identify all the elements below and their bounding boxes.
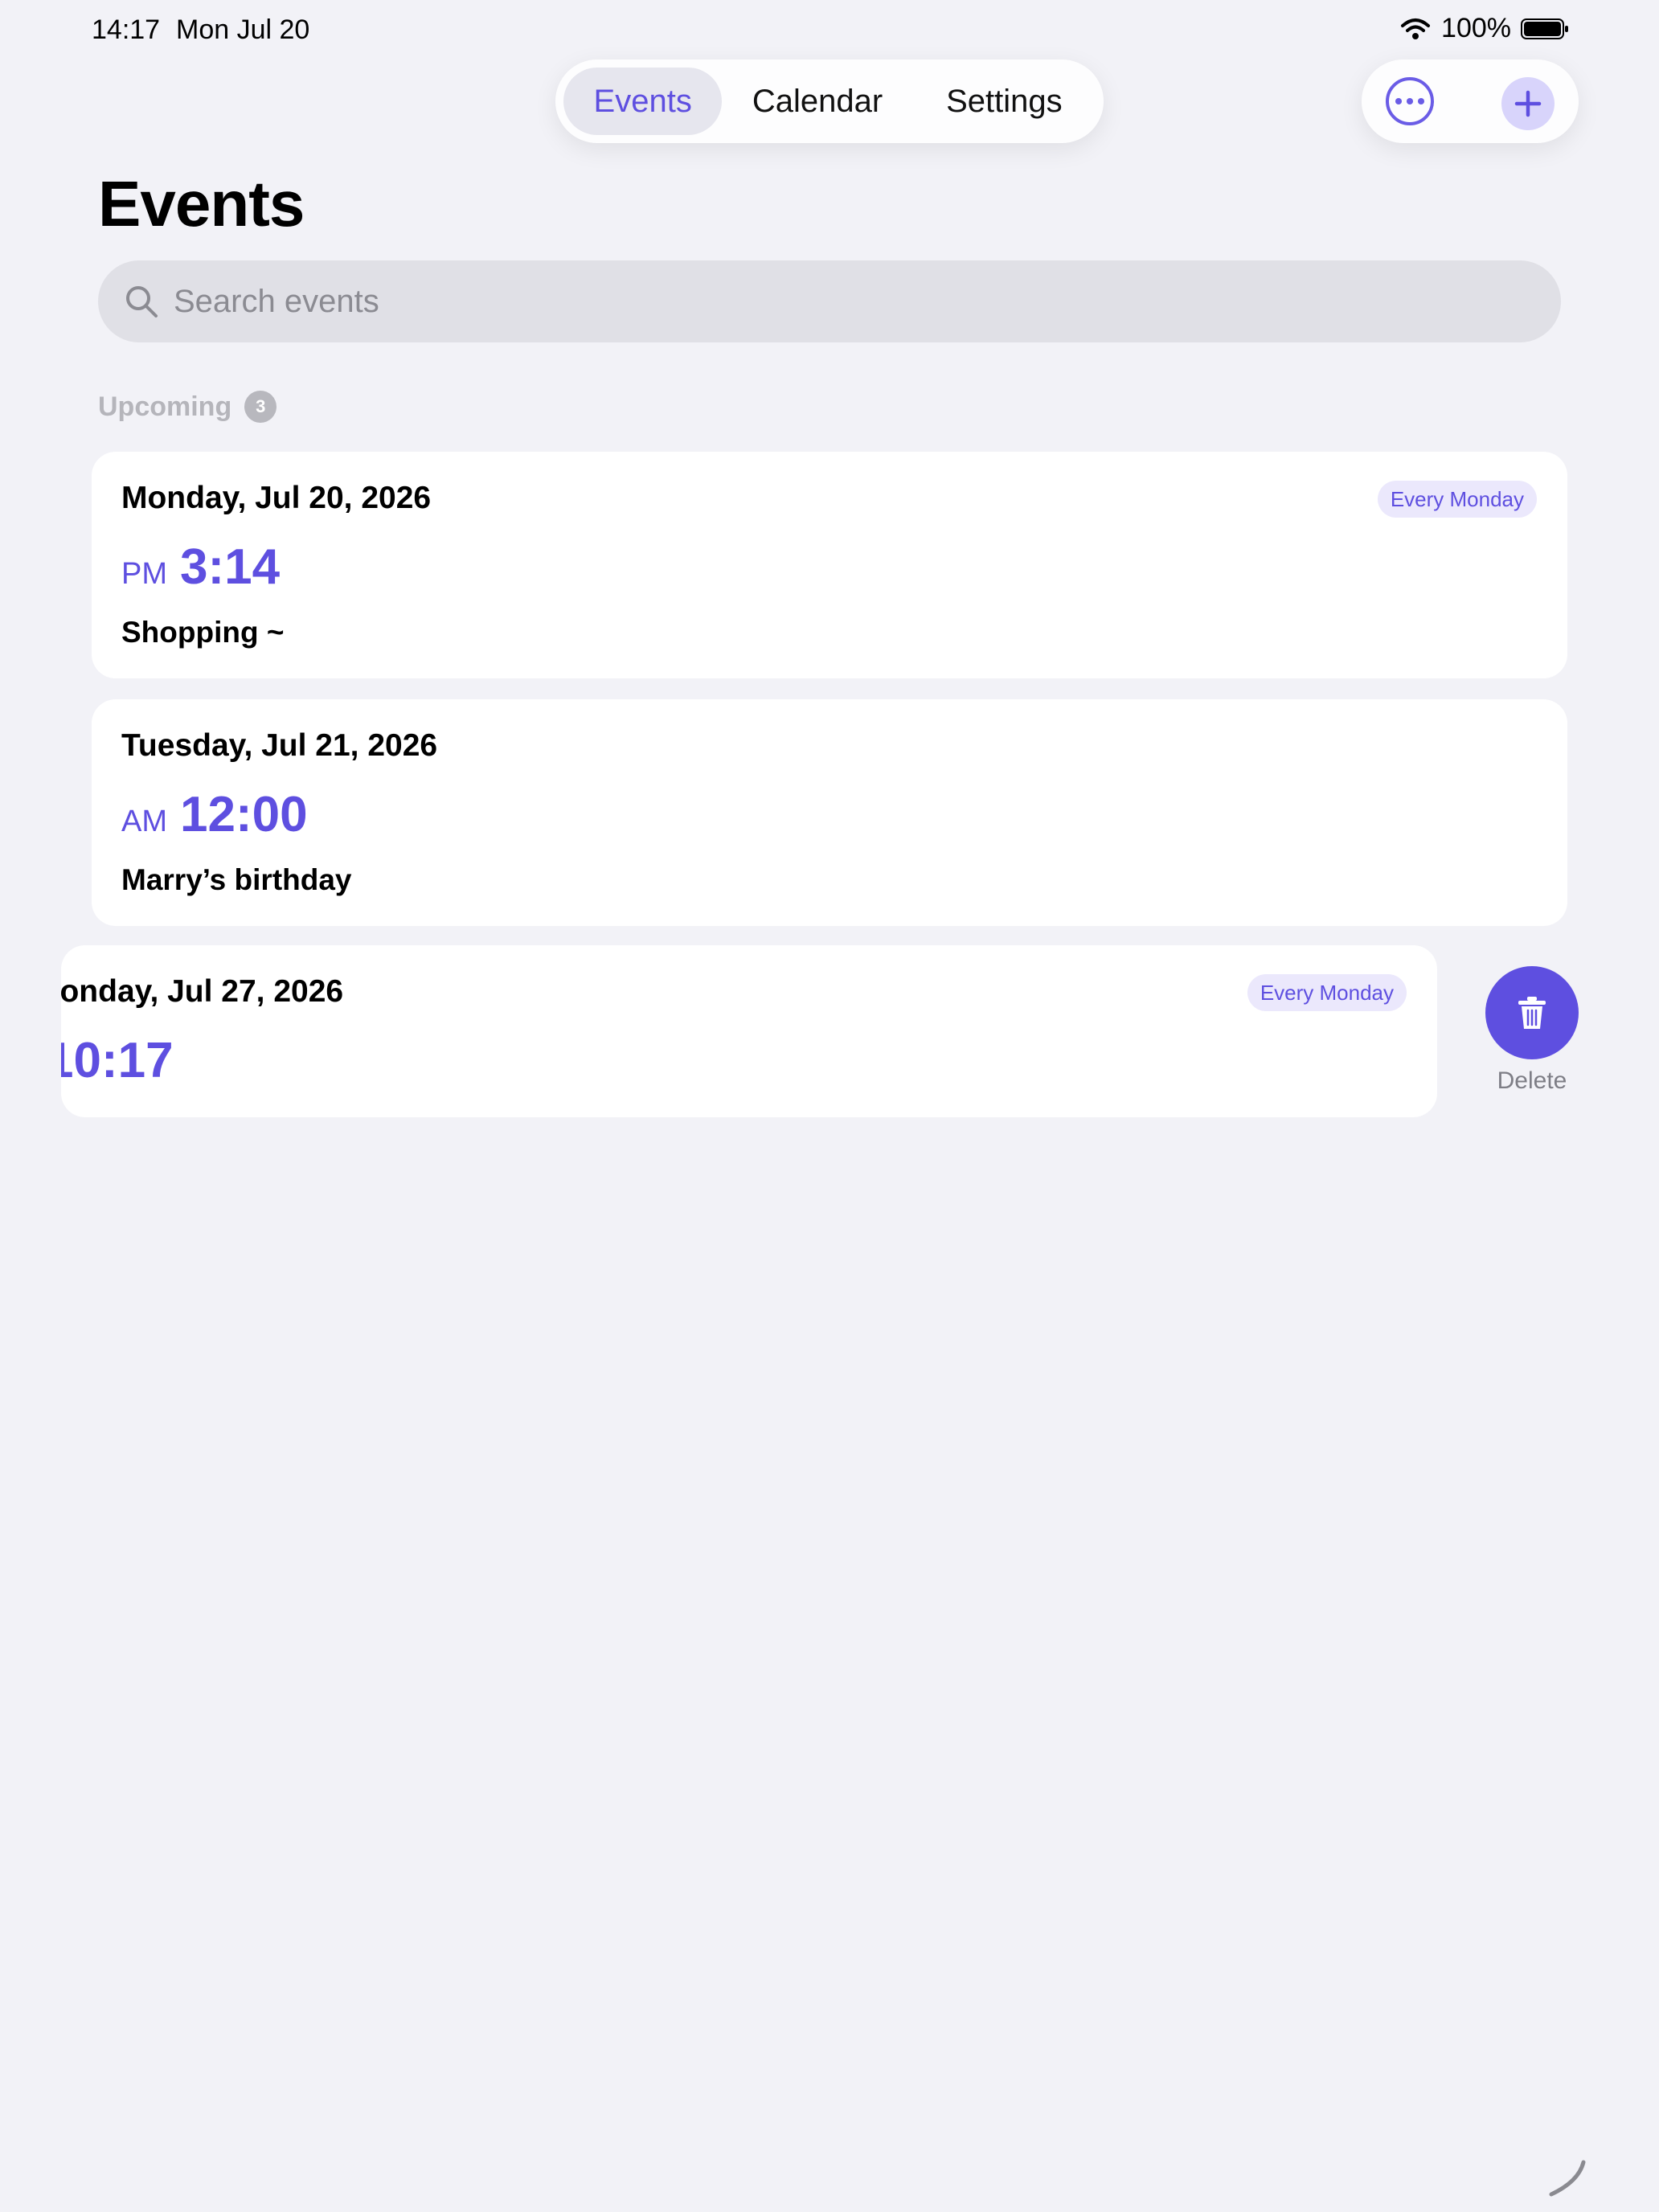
page-title: Events	[98, 168, 305, 240]
count-badge: 3	[244, 391, 277, 423]
section-title: Upcoming	[98, 391, 232, 422]
delete-label: Delete	[1497, 1067, 1567, 1094]
section-header-upcoming: Upcoming 3	[98, 391, 277, 423]
event-date: Monday, Jul 27, 2026	[61, 974, 344, 1009]
event-card[interactable]: Monday, Jul 20, 2026 PM 3:14 Shopping ~ …	[92, 452, 1567, 678]
tab-settings[interactable]: Settings	[913, 68, 1096, 135]
event-clock: 3:14	[180, 539, 281, 595]
search-input[interactable]: Search events	[174, 284, 379, 320]
event-time: AM 12:00	[121, 786, 308, 843]
event-date: Monday, Jul 20, 2026	[121, 481, 432, 515]
wifi-icon	[1401, 18, 1431, 39]
event-title: Shopping ~	[121, 616, 285, 649]
add-event-button[interactable]	[1501, 77, 1555, 130]
status-time: 14:17	[92, 14, 161, 45]
event-meridiem: PM	[121, 557, 167, 591]
event-card[interactable]: Tuesday, Jul 21, 2026 AM 12:00 Marry’s b…	[92, 699, 1567, 926]
status-date: Mon Jul 20	[176, 14, 310, 45]
repeat-badge: Every Monday	[1377, 481, 1537, 518]
delete-button[interactable]	[1485, 966, 1579, 1059]
event-card-swiped[interactable]: Monday, Jul 27, 2026 AM 10:17 Every Mond…	[61, 945, 1437, 1117]
tab-switcher: Events Calendar Settings	[555, 59, 1104, 143]
search-bar[interactable]: Search events	[98, 260, 1561, 342]
toolbar-actions	[1362, 59, 1579, 143]
event-date: Tuesday, Jul 21, 2026	[121, 728, 438, 763]
loading-spinner-icon	[1549, 2160, 1586, 2197]
event-clock: 10:17	[61, 1033, 174, 1088]
event-clock: 12:00	[180, 787, 308, 842]
tab-events[interactable]: Events	[563, 68, 723, 135]
event-time: PM 3:14	[121, 539, 280, 596]
status-bar: 14:17 Mon Jul 20 100%	[0, 0, 1659, 59]
event-time: AM 10:17	[61, 1032, 174, 1089]
event-meridiem: AM	[121, 805, 167, 838]
repeat-badge: Every Monday	[1247, 974, 1407, 1011]
more-icon	[1395, 98, 1402, 104]
status-indicators: 100%	[1399, 13, 1569, 44]
tab-calendar[interactable]: Calendar	[722, 68, 912, 135]
swipe-delete-action: Delete	[1485, 966, 1579, 1095]
search-icon	[126, 286, 158, 317]
battery-icon	[1521, 18, 1568, 39]
plus-icon	[1514, 90, 1542, 117]
trash-icon	[1518, 997, 1546, 1029]
battery-percent: 100%	[1441, 13, 1511, 43]
event-title: Marry’s birthday	[121, 863, 352, 896]
more-button[interactable]	[1386, 77, 1434, 125]
